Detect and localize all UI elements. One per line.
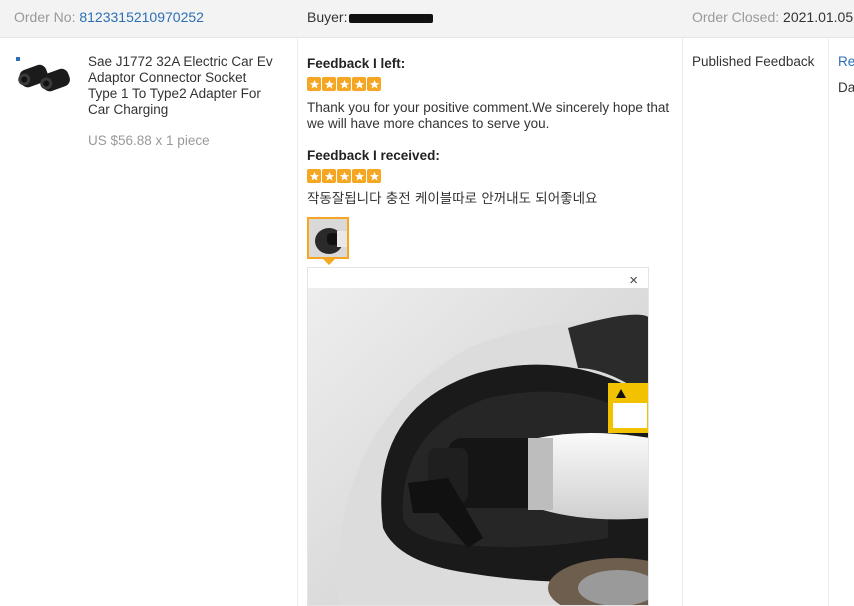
product-price: US $56.88 x 1 piece — [88, 133, 210, 148]
feedback-left-heading: Feedback I left: — [307, 56, 406, 71]
star-icon — [337, 77, 351, 91]
feedback-left-text: Thank you for your positive comment.We s… — [307, 100, 670, 131]
feedback-received-stars — [307, 169, 381, 183]
buyer-label: Buyer: — [307, 9, 348, 25]
product-title[interactable]: Sae J1772 32A Electric Car Ev Adaptor Co… — [88, 54, 278, 118]
order-header: Order No: 8123315210970252 Buyer: Order … — [0, 0, 854, 38]
star-icon — [352, 169, 366, 183]
feedback-left-stars — [307, 77, 381, 91]
column-divider — [828, 38, 829, 606]
star-icon — [367, 77, 381, 91]
star-icon — [337, 169, 351, 183]
product-thumbnail[interactable] — [14, 55, 74, 99]
order-closed-label: Order Closed: — [692, 9, 780, 25]
photo-viewer: × — [307, 267, 649, 606]
order-label: Order No: — [14, 9, 76, 25]
order-number-link[interactable]: 8123315210970252 — [79, 9, 204, 25]
published-feedback-status: Published Feedback — [692, 54, 815, 69]
star-icon — [367, 169, 381, 183]
order-number-group: Order No: 8123315210970252 — [14, 9, 204, 25]
redacted-buyer-name — [349, 13, 434, 23]
truncated-action-link[interactable]: Re — [838, 54, 854, 69]
thumbnail-caret — [323, 259, 335, 265]
feedback-photo-thumbnail[interactable] — [307, 217, 349, 259]
star-icon — [307, 169, 321, 183]
column-divider — [682, 38, 683, 606]
star-icon — [322, 169, 336, 183]
order-closed-group: Order Closed: 2021.01.05 ... — [692, 9, 854, 25]
feedback-received-heading: Feedback I received: — [307, 148, 440, 163]
star-icon — [322, 77, 336, 91]
order-closed-date: 2021.01.05 ... — [783, 9, 854, 25]
feedback-photo — [308, 288, 648, 605]
column-divider — [297, 38, 298, 606]
feedback-received-text: 작동잘됩니다 충전 케이블따로 안꺼내도 되어좋네요 — [307, 191, 598, 207]
close-icon[interactable]: × — [629, 272, 638, 289]
truncated-text: Da — [838, 80, 854, 95]
buyer-group: Buyer: — [307, 9, 434, 25]
star-icon — [307, 77, 321, 91]
star-icon — [352, 77, 366, 91]
